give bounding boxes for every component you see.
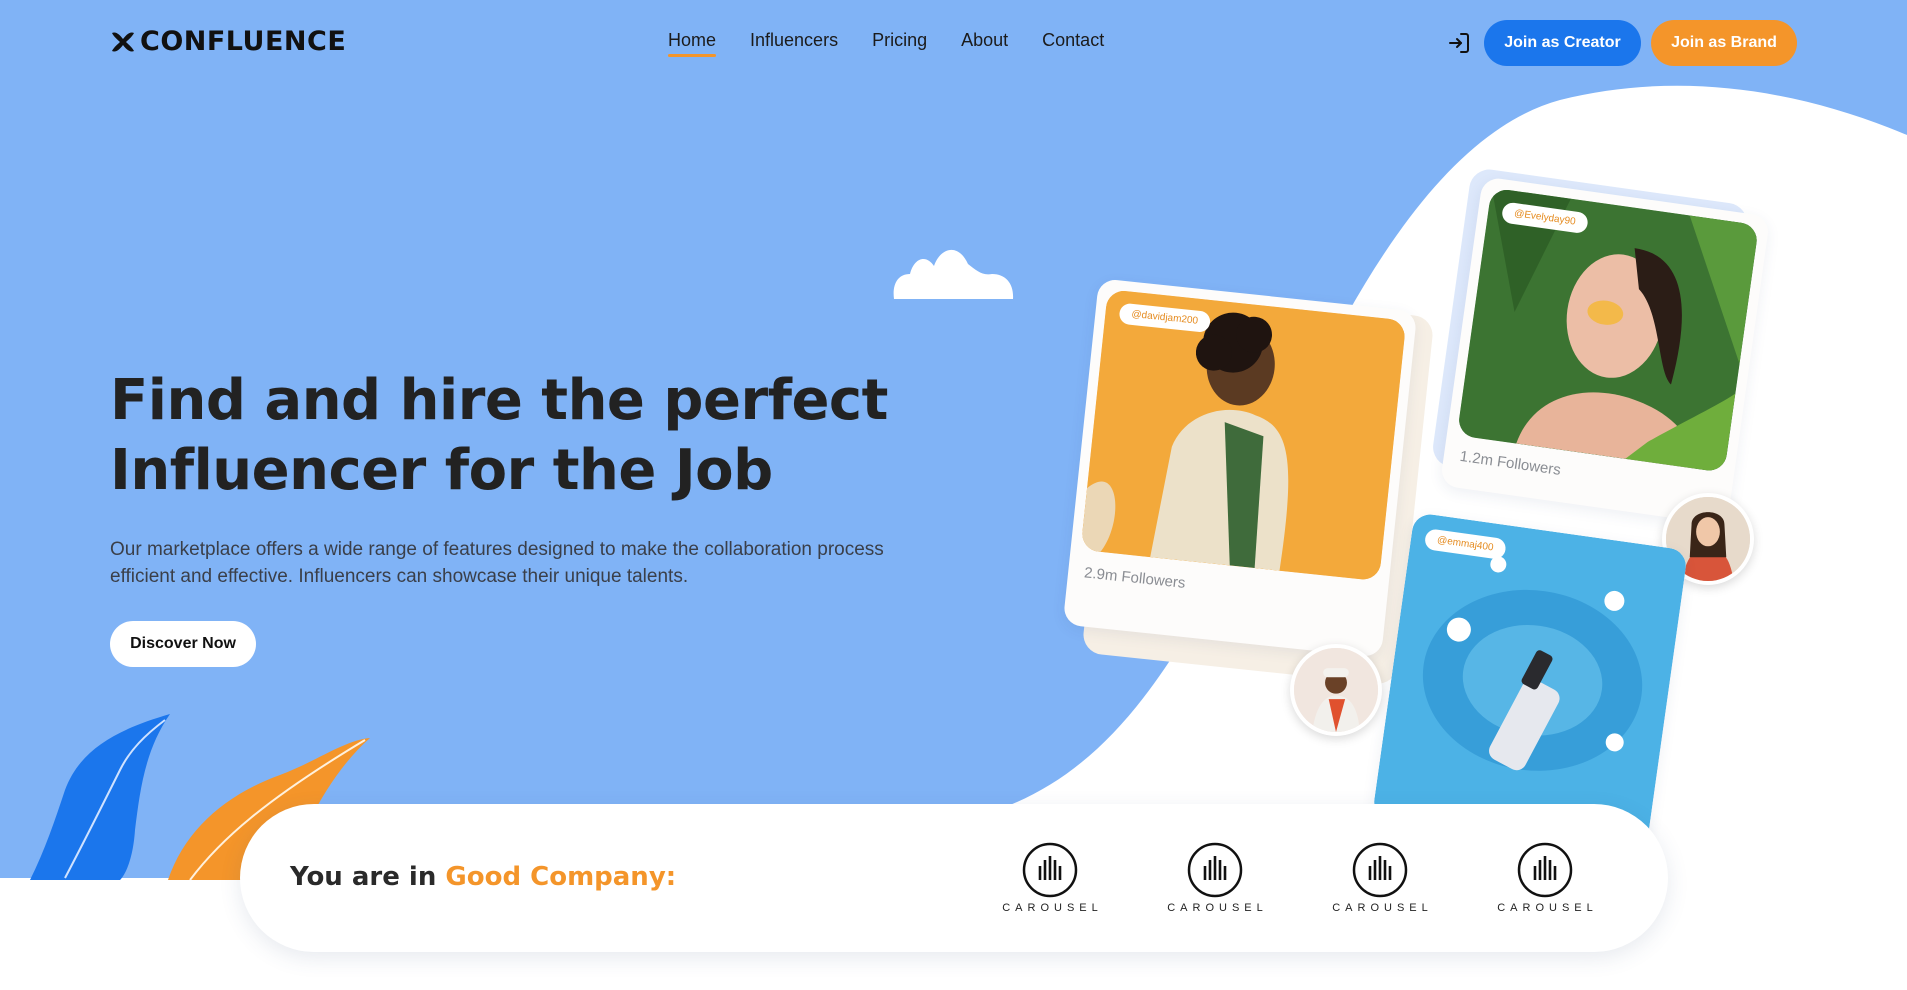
hero-headline: Find and hire the perfect Influencer for… [110, 366, 910, 506]
influencer-photo-2 [1456, 187, 1760, 473]
good-company-strip: You are in Good Company: CAROUSEL CAROUS… [240, 804, 1668, 952]
hero-subcopy-line1: Our marketplace offers a wide range of f… [110, 539, 884, 560]
woman-portrait-image [1456, 187, 1760, 473]
influencer-avatar-1[interactable] [1290, 644, 1382, 736]
nav-influencers[interactable]: Influencers [750, 30, 838, 57]
sign-in-icon[interactable] [1447, 31, 1471, 55]
partner-logo-2[interactable]: CAROUSEL [1160, 842, 1270, 914]
partner-name-3: CAROUSEL [1332, 902, 1433, 914]
hero-subcopy-line2: efficient and effective. Influencers can… [110, 566, 689, 587]
influencer-followers-1: 2.9m Followers [1083, 564, 1187, 592]
partner-name-2: CAROUSEL [1167, 902, 1268, 914]
partner-logo-3[interactable]: CAROUSEL [1325, 842, 1435, 914]
carousel-logo-icon [1517, 842, 1573, 898]
partner-logo-4[interactable]: CAROUSEL [1490, 842, 1600, 914]
partner-name-1: CAROUSEL [1002, 902, 1103, 914]
good-company-prefix: You are in [290, 862, 446, 892]
cloud-illustration [893, 249, 1014, 299]
carousel-logo-icon [1022, 842, 1078, 898]
carousel-logo-icon [1352, 842, 1408, 898]
brand-logo[interactable]: CONFLUENCE [110, 26, 346, 57]
join-brand-button[interactable]: Join as Brand [1651, 20, 1797, 66]
hero-headline-line1: Find and hire the perfect [110, 368, 888, 433]
nav-about[interactable]: About [961, 30, 1008, 57]
nav-contact[interactable]: Contact [1042, 30, 1104, 57]
brand-name: CONFLUENCE [140, 26, 347, 57]
influencer-photo-1 [1080, 289, 1407, 582]
discover-now-button[interactable]: Discover Now [110, 621, 256, 667]
hero-subcopy: Our marketplace offers a wide range of f… [110, 536, 910, 590]
good-company-accent: Good Company: [445, 862, 677, 892]
influencer-card-1[interactable]: @davidjam200 2.9m Followers [1062, 278, 1418, 658]
nav-pricing[interactable]: Pricing [872, 30, 927, 57]
avatar-image-1 [1294, 648, 1378, 732]
carousel-logo-icon [1187, 842, 1243, 898]
partner-logo-1[interactable]: CAROUSEL [995, 842, 1105, 914]
confluence-x-icon [112, 31, 134, 52]
nav-home[interactable]: Home [668, 30, 717, 57]
good-company-label: You are in Good Company: [290, 862, 676, 892]
influencer-followers-2: 1.2m Followers [1458, 447, 1562, 479]
influencer-card-2[interactable]: @Evelyday90 1.2m Followers [1439, 176, 1771, 526]
hero-headline-line2: Influencer for the Job [110, 438, 773, 503]
partner-name-4: CAROUSEL [1497, 902, 1598, 914]
main-nav: Home Influencers Pricing About Contact [668, 30, 1104, 57]
join-creator-button[interactable]: Join as Creator [1484, 20, 1641, 66]
man-portrait-image [1080, 289, 1407, 582]
